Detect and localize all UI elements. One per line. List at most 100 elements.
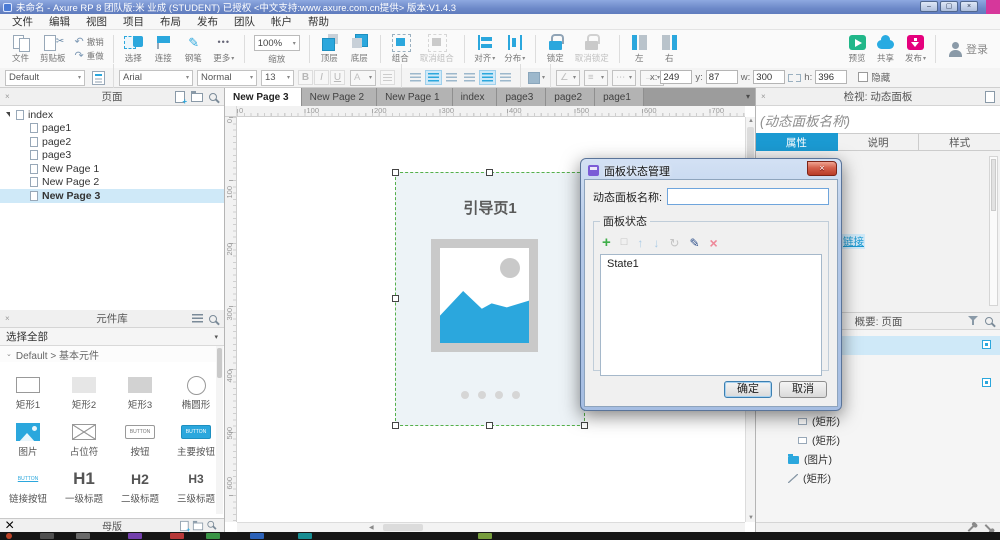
- widget-scrollbar[interactable]: [216, 346, 223, 514]
- resize-handle-se[interactable]: [581, 422, 588, 429]
- align-text-bottom-button[interactable]: [497, 70, 514, 85]
- widget-item[interactable]: 图片: [0, 413, 56, 460]
- clipboard-button[interactable]: 剪贴板: [36, 33, 71, 65]
- maximize-button[interactable]: ▢: [940, 1, 958, 12]
- add-page-icon[interactable]: [175, 91, 185, 103]
- collapse-panel-icon[interactable]: ×: [5, 314, 10, 323]
- connect-button[interactable]: 连接: [149, 33, 179, 65]
- page-item[interactable]: page2: [0, 135, 224, 149]
- ungroup-button[interactable]: 取消组合: [416, 33, 459, 65]
- fill-color-icon[interactable]: [528, 72, 540, 84]
- notes-page-icon[interactable]: [985, 91, 995, 103]
- dynamic-panel-widget[interactable]: 引导页1: [395, 172, 585, 426]
- add-state-icon[interactable]: +: [602, 235, 611, 250]
- menu-item[interactable]: 帐户: [263, 14, 300, 30]
- underline-button[interactable]: U: [330, 70, 345, 85]
- align-text-middle-button[interactable]: [479, 70, 496, 85]
- outline-row[interactable]: (矩形): [756, 412, 1000, 431]
- widget-item[interactable]: 占位符: [56, 413, 112, 460]
- search-icon[interactable]: [209, 315, 217, 323]
- canvas-tab[interactable]: New Page 1: [377, 88, 452, 106]
- lock-button[interactable]: 锁定: [541, 33, 571, 65]
- canvas-tab[interactable]: New Page 2: [302, 88, 377, 106]
- inspector-tab[interactable]: 样式: [919, 133, 1000, 151]
- inspector-tab[interactable]: 说明: [838, 133, 920, 151]
- widget-item[interactable]: 矩形3: [112, 366, 168, 413]
- resize-handle-n[interactable]: [486, 169, 493, 176]
- page-item[interactable]: index: [0, 108, 224, 122]
- widget-item[interactable]: 矩形1: [0, 366, 56, 413]
- group-button[interactable]: 组合: [386, 33, 416, 65]
- outline-row[interactable]: (矩形): [756, 431, 1000, 450]
- redo-button[interactable]: ↷重做: [75, 50, 104, 62]
- more-button[interactable]: ••• 更多▾: [209, 33, 239, 65]
- line-style-select[interactable]: ⋯▾: [612, 70, 636, 86]
- duplicate-state-icon[interactable]: □: [621, 237, 628, 248]
- search-icon[interactable]: [985, 317, 993, 325]
- align-text-top-button[interactable]: [461, 70, 478, 85]
- widget-item[interactable]: [112, 507, 168, 518]
- menu-item[interactable]: 视图: [78, 14, 115, 30]
- state-list-item[interactable]: State1: [601, 255, 821, 273]
- menu-item[interactable]: 帮助: [300, 14, 337, 30]
- inspector-tab[interactable]: 属性: [756, 133, 838, 151]
- repeat-icon[interactable]: ↻: [669, 237, 679, 249]
- horizontal-scrollbar[interactable]: ◀: [237, 522, 745, 532]
- bold-button[interactable]: B: [298, 70, 313, 85]
- outline-row[interactable]: (图片): [756, 450, 1000, 469]
- style-preset-select[interactable]: Default▾: [5, 70, 85, 86]
- panel-name-input[interactable]: [667, 188, 829, 205]
- add-folder-icon[interactable]: [191, 93, 203, 102]
- state-list[interactable]: State1: [600, 254, 822, 376]
- hide-checkbox[interactable]: [858, 72, 868, 82]
- resize-handle-sw[interactable]: [392, 422, 399, 429]
- search-icon[interactable]: [209, 93, 217, 101]
- widget-item[interactable]: [56, 507, 112, 518]
- resize-handle-s[interactable]: [486, 422, 493, 429]
- menu-item[interactable]: 编辑: [41, 14, 78, 30]
- interaction-link[interactable]: 链接: [842, 234, 865, 249]
- line-color-select[interactable]: ∠▾: [556, 70, 580, 86]
- login-button[interactable]: 登录: [941, 41, 994, 58]
- canvas-tab[interactable]: New Page 3: [225, 88, 302, 106]
- delete-state-icon[interactable]: ×: [710, 236, 718, 250]
- widget-item[interactable]: 矩形2: [56, 366, 112, 413]
- align-right-button[interactable]: 右: [655, 33, 685, 65]
- format-painter-icon[interactable]: [92, 71, 105, 85]
- font-weight-select[interactable]: Normal▾: [197, 70, 257, 86]
- canvas-tab[interactable]: page1: [595, 88, 644, 106]
- send-to-back-button[interactable]: 底层: [345, 33, 375, 65]
- y-position-input[interactable]: [706, 70, 738, 84]
- bullet-list-button[interactable]: [380, 70, 395, 85]
- edit-state-icon[interactable]: ✎: [689, 237, 699, 249]
- outline-row[interactable]: (矩形): [756, 469, 1000, 488]
- height-input[interactable]: [815, 70, 847, 84]
- menu-item[interactable]: 文件: [4, 14, 41, 30]
- widget-item[interactable]: H2 二级标题: [112, 460, 168, 507]
- page-item[interactable]: page1: [0, 122, 224, 136]
- page-item[interactable]: page3: [0, 149, 224, 163]
- page-item[interactable]: New Page 3: [0, 189, 224, 203]
- tab-overflow-icon[interactable]: ▾: [746, 92, 750, 101]
- widget-library-select[interactable]: 选择全部▾: [0, 328, 224, 346]
- widget-item[interactable]: BUTTON 链接按钮: [0, 460, 56, 507]
- menu-item[interactable]: 项目: [115, 14, 152, 30]
- collapse-panel-icon[interactable]: ×: [5, 92, 10, 101]
- font-color-select[interactable]: A▾: [350, 70, 376, 86]
- canvas-tab[interactable]: index: [453, 88, 498, 106]
- close-button[interactable]: ×: [960, 1, 978, 12]
- file-button[interactable]: 文件: [6, 33, 36, 65]
- zoom-select[interactable]: 100%▾: [254, 35, 300, 51]
- widget-item[interactable]: BUTTON 按钮: [112, 413, 168, 460]
- publish-button[interactable]: 发布▾: [901, 33, 930, 65]
- bring-to-front-button[interactable]: 顶层: [315, 33, 345, 65]
- ok-button[interactable]: 确定: [724, 381, 772, 398]
- unlock-button[interactable]: 取消锁定: [571, 33, 614, 65]
- minimize-button[interactable]: –: [920, 1, 938, 12]
- italic-button[interactable]: I: [314, 70, 329, 85]
- distribute-button[interactable]: 分布▾: [500, 33, 530, 65]
- hammer-icon[interactable]: [985, 524, 993, 532]
- align-text-right-button[interactable]: [443, 70, 460, 85]
- font-family-select[interactable]: Arial▾: [119, 70, 193, 86]
- undo-button[interactable]: ↶撤销: [75, 36, 104, 48]
